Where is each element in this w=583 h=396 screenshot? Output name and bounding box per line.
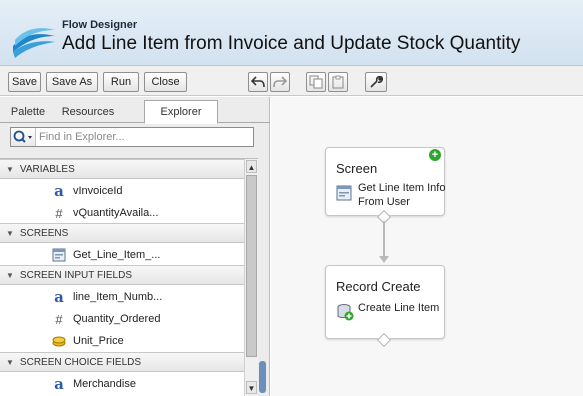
item-label: Get_Line_Item_... xyxy=(73,249,161,261)
search-options-button[interactable] xyxy=(11,128,36,146)
flow-node-screen[interactable]: Screen Get Line Item Info From User xyxy=(325,147,445,216)
flow-logo-icon xyxy=(13,28,55,58)
scroll-down-icon[interactable]: ▼ xyxy=(246,381,257,394)
collapse-triangle-icon: ▼ xyxy=(6,270,14,280)
collapse-triangle-icon: ▼ xyxy=(6,164,14,174)
save-as-button[interactable]: Save As xyxy=(46,72,98,92)
section-screen-input-fields[interactable]: ▼ SCREEN INPUT FIELDS xyxy=(0,265,258,285)
close-button[interactable]: Close xyxy=(144,72,187,92)
toolbar: Save Save As Run Close xyxy=(0,66,583,96)
item-label: vInvoiceId xyxy=(73,185,123,197)
flow-node-record-create[interactable]: Record Create Create Line Item xyxy=(325,265,445,339)
copy-icon xyxy=(309,75,323,89)
text-a-icon: a xyxy=(54,181,64,200)
section-title: SCREEN INPUT FIELDS xyxy=(19,269,132,281)
undo-button[interactable] xyxy=(248,72,268,92)
tree-scrollbar[interactable]: ▲ ▼ xyxy=(244,159,258,396)
collapse-triangle-icon: ▼ xyxy=(6,228,14,238)
explorer-tree: ▼ VARIABLES a vInvoiceId # vQuantityAvai… xyxy=(0,158,258,396)
undo-icon xyxy=(251,76,265,88)
text-a-icon: a xyxy=(54,287,64,306)
paste-button[interactable] xyxy=(328,72,348,92)
redo-button[interactable] xyxy=(270,72,290,92)
explorer-search xyxy=(10,127,254,147)
section-variables[interactable]: ▼ VARIABLES xyxy=(0,159,258,179)
node-title: Record Create xyxy=(336,279,421,294)
item-label: Merchandise xyxy=(73,378,136,390)
list-item[interactable]: Get_Line_Item_... xyxy=(0,244,258,266)
run-button[interactable]: Run xyxy=(103,72,139,92)
search-input[interactable] xyxy=(39,129,249,145)
paste-icon xyxy=(332,75,344,89)
flow-title: Add Line Item from Invoice and Update St… xyxy=(62,33,521,54)
list-item[interactable]: # vQuantityAvaila... xyxy=(0,202,258,224)
item-label: Unit_Price xyxy=(73,335,124,347)
collapse-triangle-icon: ▼ xyxy=(6,357,14,367)
flow-canvas[interactable] xyxy=(271,97,583,396)
panel-splitter-handle[interactable] xyxy=(259,361,266,393)
screen-icon xyxy=(336,185,352,204)
node-title: Screen xyxy=(336,161,378,176)
item-label: Quantity_Ordered xyxy=(73,313,161,325)
save-button[interactable]: Save xyxy=(8,72,41,92)
currency-coins-icon xyxy=(51,333,67,349)
scroll-up-icon[interactable]: ▲ xyxy=(246,160,257,173)
record-create-icon xyxy=(336,303,354,324)
section-screen-choice-fields[interactable]: ▼ SCREEN CHOICE FIELDS xyxy=(0,352,258,372)
section-title: VARIABLES xyxy=(19,163,75,175)
sidebar-tabs: Palette Resources Explorer xyxy=(0,97,270,124)
list-item[interactable]: a vInvoiceId xyxy=(0,180,258,202)
tab-explorer[interactable]: Explorer xyxy=(144,100,218,124)
explorer-sidebar: Palette Resources Explorer ▼ VARIABLES a… xyxy=(0,97,270,396)
search-icon xyxy=(13,130,32,143)
app-header: Flow Designer Add Line Item from Invoice… xyxy=(0,0,583,66)
app-name: Flow Designer xyxy=(62,19,138,31)
list-item[interactable]: a Merchandise xyxy=(0,373,258,395)
settings-button[interactable] xyxy=(365,72,387,92)
text-a-icon: a xyxy=(54,374,64,393)
section-title: SCREEN CHOICE FIELDS xyxy=(19,356,142,368)
number-hash-icon: # xyxy=(55,205,63,221)
copy-button[interactable] xyxy=(306,72,326,92)
list-item[interactable]: # Quantity_Ordered xyxy=(0,308,258,330)
start-plus-icon: + xyxy=(429,149,441,161)
redo-icon xyxy=(273,76,287,88)
number-hash-icon: # xyxy=(55,311,63,327)
arrow-down-icon xyxy=(379,256,389,263)
section-screens[interactable]: ▼ SCREENS xyxy=(0,223,258,243)
flow-connector-line xyxy=(383,221,385,261)
list-item[interactable]: Unit_Price xyxy=(0,330,258,352)
item-label: vQuantityAvaila... xyxy=(73,207,159,219)
wrench-icon xyxy=(370,75,383,88)
tab-palette[interactable]: Palette xyxy=(3,100,53,123)
tab-resources[interactable]: Resources xyxy=(55,100,121,123)
scroll-thumb[interactable] xyxy=(246,175,257,357)
node-label: Create Line Item xyxy=(358,302,440,314)
list-item[interactable]: a line_Item_Numb... xyxy=(0,286,258,308)
section-title: SCREENS xyxy=(19,227,69,239)
node-label: Get Line Item Info From User xyxy=(358,182,446,208)
item-label: line_Item_Numb... xyxy=(73,291,163,303)
screen-icon xyxy=(51,247,67,263)
